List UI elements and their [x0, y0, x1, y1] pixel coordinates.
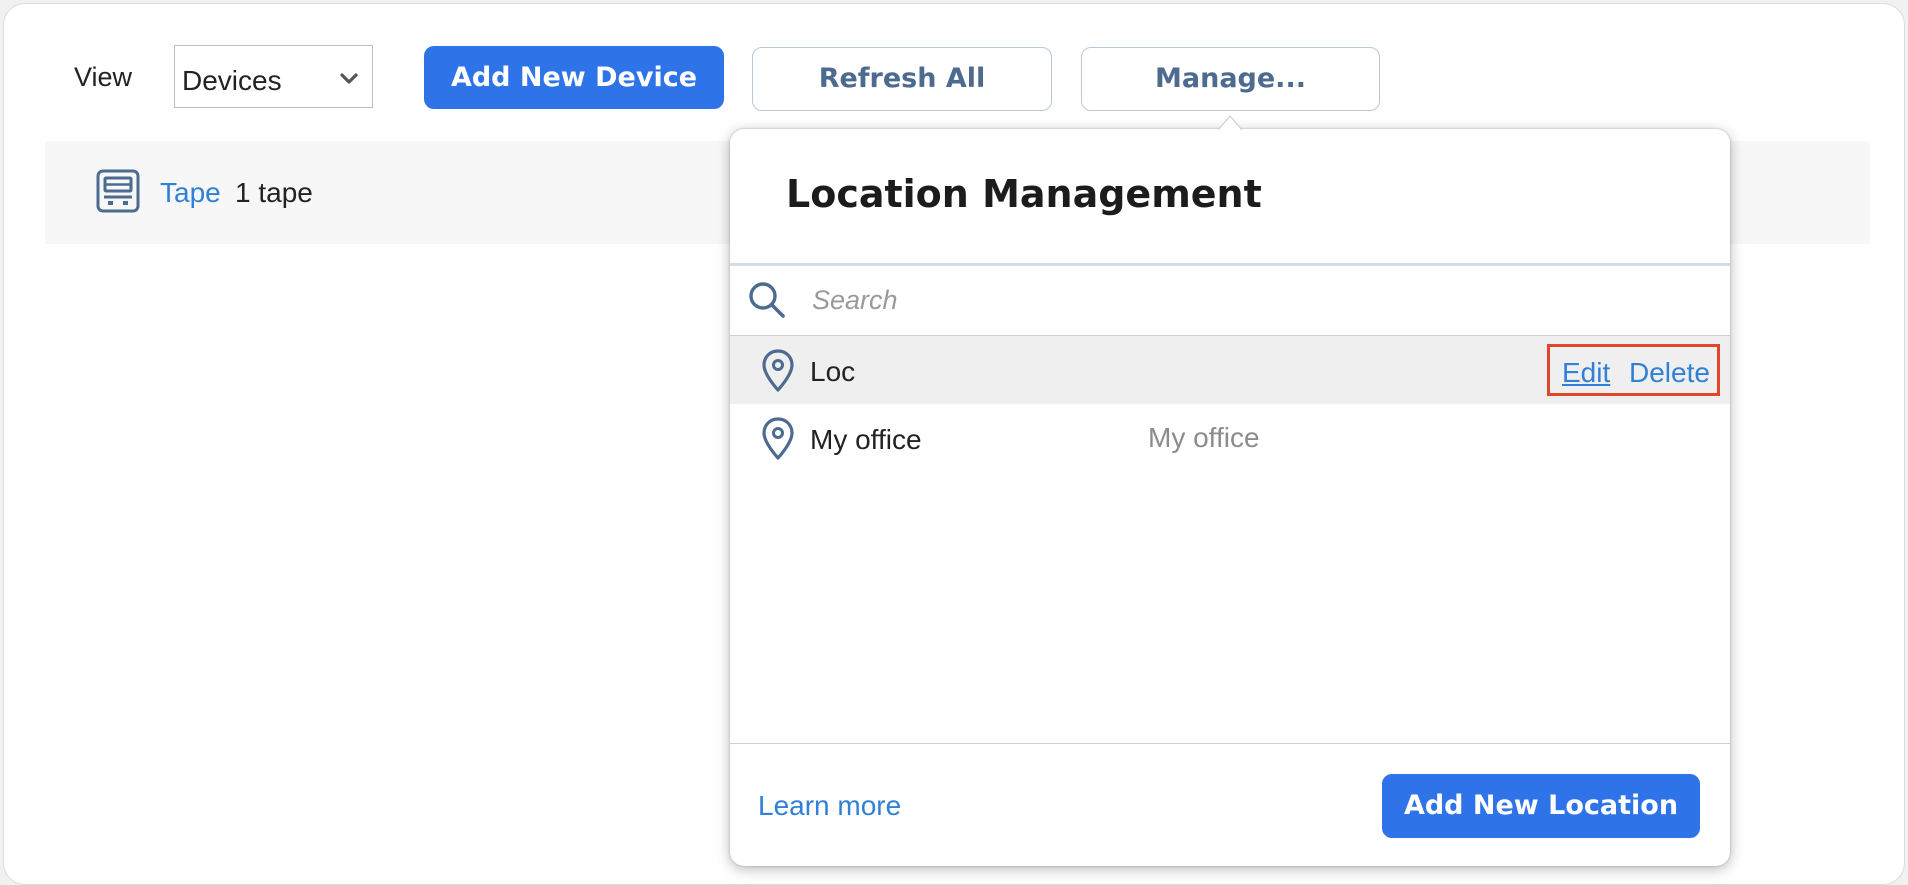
- refresh-all-button[interactable]: Refresh All: [752, 47, 1052, 111]
- location-name: My office: [810, 424, 922, 455]
- add-new-location-button[interactable]: Add New Location: [1382, 774, 1700, 838]
- delete-location-link[interactable]: Delete: [1629, 357, 1710, 389]
- location-row-loc[interactable]: Loc Edit Delete: [730, 336, 1730, 404]
- location-name: Loc: [810, 356, 856, 387]
- search-input[interactable]: [812, 278, 1692, 322]
- view-label: View: [74, 62, 133, 92]
- tape-library-icon: [96, 169, 140, 213]
- popover-title: Location Management: [786, 172, 1262, 216]
- learn-more-link[interactable]: Learn more: [758, 790, 901, 822]
- location-pin-icon: [762, 349, 794, 392]
- chevron-down-icon: [340, 73, 358, 84]
- location-management-popover: Location Management Loc Edit Delete: [730, 115, 1730, 866]
- location-pin-icon: [762, 417, 794, 460]
- tape-device-link[interactable]: Tape: [160, 177, 221, 209]
- location-row-my-office[interactable]: My office My office: [730, 404, 1730, 472]
- location-description: My office: [1148, 422, 1260, 453]
- manage-button[interactable]: Manage...: [1081, 47, 1380, 111]
- view-select-value: Devices: [182, 65, 282, 96]
- add-new-device-button[interactable]: Add New Device: [424, 46, 724, 109]
- tape-count: 1 tape: [235, 177, 313, 208]
- edit-location-link[interactable]: Edit: [1562, 357, 1610, 389]
- divider: [730, 743, 1730, 744]
- app-window: View Devices Add New Device Refresh All …: [3, 3, 1905, 885]
- view-select[interactable]: Devices: [174, 45, 373, 108]
- search-row: [730, 266, 1730, 336]
- popover-caret: [1218, 115, 1242, 130]
- row-actions-highlight: Edit Delete: [1547, 344, 1720, 396]
- search-icon: [749, 282, 785, 318]
